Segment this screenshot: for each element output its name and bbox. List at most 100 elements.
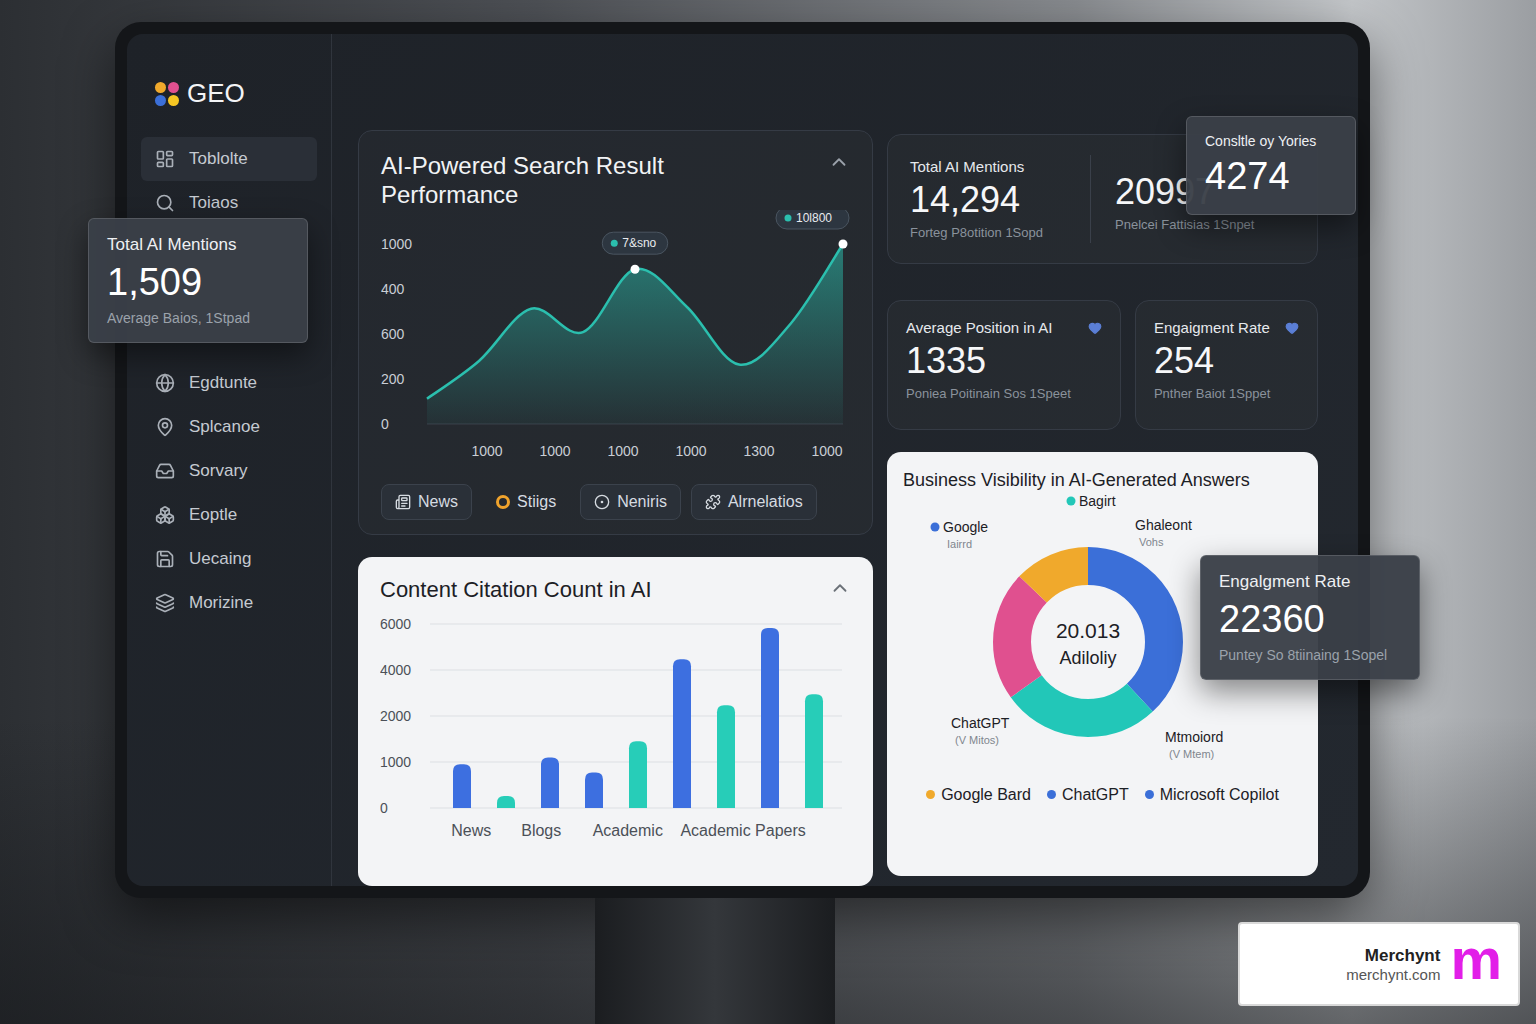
x-tick: 1300: [743, 443, 774, 459]
svg-text:7&sno: 7&sno: [622, 236, 656, 250]
svg-text:Mtmoiord: Mtmoiord: [1165, 729, 1223, 745]
ring-icon: [496, 495, 510, 509]
monitor-stand: [595, 898, 835, 1024]
donut-segment[interactable]: [1012, 566, 1164, 718]
series-line: [427, 244, 843, 399]
sidebar-item[interactable]: Eoptle: [141, 493, 317, 537]
stat-caption: Puntey So 8tiinaing 1Sopel: [1219, 647, 1401, 663]
filter-chip[interactable]: Neniris: [580, 484, 681, 520]
bar[interactable]: [497, 796, 515, 808]
y-tick: 0: [381, 416, 389, 432]
stat-caption: Pnther Baiot 1Sppet: [1154, 386, 1299, 401]
nav-icon: [155, 373, 175, 393]
stat-label: Consltle oy Yories: [1205, 133, 1337, 149]
sidebar: GEOToblolteToiaosEgdtunteSplcanoeSorvary…: [127, 34, 332, 886]
nav-icon: [155, 461, 175, 481]
donut-center-value: 20.013: [1056, 619, 1120, 642]
legend-dot: [1145, 790, 1154, 799]
stat-label: Total AI Mentions: [910, 158, 1078, 175]
bar[interactable]: [761, 628, 779, 808]
legend-item: Google Bard: [926, 786, 1031, 804]
bar[interactable]: [673, 659, 691, 808]
filter-row: News Stiigs Neniris Alrnelatios: [381, 484, 850, 520]
callout-dot: [1067, 496, 1076, 505]
filter-chip[interactable]: Alrnelatios: [691, 484, 817, 520]
donut-segment[interactable]: [1012, 566, 1164, 718]
monitor: GEOToblolteToiaosEgdtunteSplcanoeSorvary…: [115, 22, 1370, 898]
brand-logo: m: [1450, 930, 1502, 998]
donut-segment[interactable]: [1012, 566, 1164, 718]
collapse-icon[interactable]: [829, 577, 851, 599]
stat-label: Average Position in AI: [906, 319, 1102, 336]
citation-card: Content Citation Count in AI600040002000…: [358, 557, 873, 886]
svg-text:Google: Google: [943, 519, 988, 535]
citation-bar-chart: 60004000200010000NewsBlogsAcademicAcadem…: [380, 614, 850, 846]
logo-icon: [155, 82, 179, 106]
filter-icon: [594, 494, 610, 510]
collapse-icon[interactable]: [828, 151, 850, 173]
stat-caption: Average Baios, 1Stpad: [107, 310, 289, 326]
y-tick: 0: [380, 800, 388, 816]
sidebar-item[interactable]: Egdtunte: [141, 361, 317, 405]
nav-icon: [155, 417, 175, 437]
brand-text: Merchyntmerchynt.com: [1346, 946, 1440, 983]
sidebar-item[interactable]: Sorvary: [141, 449, 317, 493]
grid-line: [430, 715, 842, 716]
favorite-icon[interactable]: [1285, 321, 1299, 335]
x-label: Academic: [593, 822, 663, 839]
floating-stat-card: Engalgment Rate22360Puntey So 8tiinaing …: [1200, 555, 1420, 680]
sidebar-item[interactable]: Uecaing: [141, 537, 317, 581]
search-performance-chart: 100040060020007&sno10l800100010001000100…: [381, 210, 851, 472]
x-tick: 1000: [607, 443, 638, 459]
grid-line: [430, 623, 842, 624]
nav-icon: [155, 149, 175, 169]
brand-name: Merchynt: [1365, 946, 1441, 966]
sidebar-item[interactable]: Morizine: [141, 581, 317, 625]
logo-dot: [168, 95, 179, 106]
stat-caption: Poniea Poitinain Sos 1Speet: [906, 386, 1102, 401]
bar[interactable]: [717, 705, 735, 808]
y-tick: 200: [381, 371, 405, 387]
filter-chip[interactable]: News: [381, 484, 472, 520]
filter-icon: [395, 494, 411, 510]
svg-text:Ghaleont: Ghaleont: [1135, 517, 1192, 533]
stat-card: Average Position in AI 1335 Poniea Poitina…: [887, 300, 1121, 430]
bar[interactable]: [629, 741, 647, 808]
stat-label: Engalgment Rate: [1219, 572, 1401, 592]
stat-value: 1,509: [107, 261, 289, 304]
card-title: Content Citation Count in AI: [380, 577, 652, 604]
y-tick: 1000: [380, 754, 411, 770]
x-tick: 1000: [675, 443, 706, 459]
logo[interactable]: GEO: [141, 78, 317, 109]
series-area: [427, 244, 843, 424]
y-tick: 6000: [380, 616, 411, 632]
filter-icon: [705, 494, 721, 510]
card-header: Content Citation Count in AI: [380, 577, 851, 604]
x-tick: 1000: [539, 443, 570, 459]
bar[interactable]: [541, 757, 559, 808]
y-tick: 400: [381, 281, 405, 297]
nav-icon: [155, 505, 175, 525]
donut-callout: GhaleontVohs: [1135, 517, 1192, 548]
stat-value: 254: [1154, 340, 1299, 382]
favorite-icon[interactable]: [1088, 321, 1102, 335]
value-tooltip: 7&sno: [602, 232, 668, 274]
logo-text: GEO: [187, 78, 245, 109]
y-tick: 4000: [380, 662, 411, 678]
y-tick: 1000: [381, 236, 412, 252]
sidebar-item[interactable]: Toblolte: [141, 137, 317, 181]
stat-value: 1335: [906, 340, 1102, 382]
chart-legend: Google BardChatGPTMicrosoft Copilot: [903, 786, 1302, 804]
logo-dot: [155, 95, 166, 106]
x-label: Academic Papers: [680, 822, 805, 839]
sidebar-item[interactable]: Splcanoe: [141, 405, 317, 449]
donut-segment[interactable]: [1012, 566, 1164, 718]
bar[interactable]: [585, 772, 603, 807]
stat-label: Engaigment Rate: [1154, 319, 1299, 336]
bar[interactable]: [805, 694, 823, 808]
svg-text:10l800: 10l800: [796, 211, 832, 225]
svg-text:(V Mitos): (V Mitos): [955, 734, 999, 746]
nav-icon: [155, 193, 175, 213]
bar[interactable]: [453, 764, 471, 808]
filter-chip[interactable]: Stiigs: [482, 484, 570, 520]
